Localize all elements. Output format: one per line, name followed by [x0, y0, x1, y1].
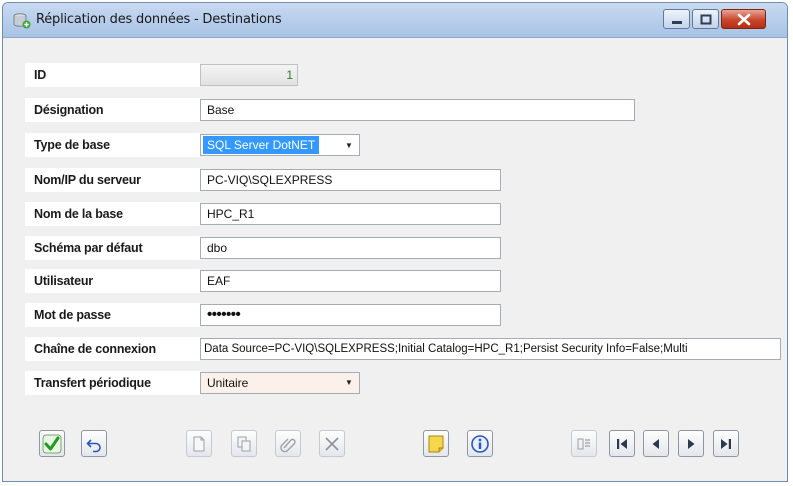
mot-de-passe-label: Mot de passe — [25, 303, 200, 327]
validate-button[interactable] — [39, 430, 65, 457]
chevron-down-icon[interactable]: ▼ — [341, 373, 357, 393]
serveur-field[interactable]: PC-VIQ\SQLEXPRESS — [200, 169, 501, 191]
next-record-button[interactable] — [678, 430, 704, 457]
note-button[interactable] — [423, 430, 449, 457]
next-record-icon — [688, 438, 695, 449]
transfert-dropdown[interactable]: Unitaire ▼ — [200, 372, 360, 394]
mot-de-passe-field[interactable]: ••••••• — [200, 304, 501, 326]
maximize-button[interactable] — [692, 9, 719, 29]
transfert-label: Transfert périodique — [25, 371, 200, 395]
designation-label: Désignation — [25, 98, 200, 122]
delete-icon — [325, 436, 339, 451]
note-icon — [428, 435, 444, 452]
undo-button[interactable] — [81, 430, 107, 457]
nom-base-field[interactable]: HPC_R1 — [200, 203, 501, 225]
type-base-label: Type de base — [25, 133, 200, 157]
window-title: Réplication des données - Destinations — [36, 12, 282, 27]
last-record-button[interactable] — [713, 430, 739, 457]
attach-icon — [280, 438, 296, 452]
first-record-button[interactable] — [609, 430, 635, 457]
database-icon — [13, 13, 31, 29]
id-label: ID — [25, 63, 200, 87]
type-base-dropdown[interactable]: SQL Server DotNET ▼ — [200, 134, 360, 156]
previous-record-icon — [652, 438, 659, 449]
check-icon — [42, 434, 62, 453]
list-button[interactable] — [571, 430, 597, 457]
minimize-icon — [672, 21, 682, 24]
schema-label: Schéma par défaut — [25, 236, 200, 260]
close-icon — [737, 13, 751, 26]
attach-button[interactable] — [275, 430, 301, 457]
chaine-field[interactable]: Data Source=PC-VIQ\SQLEXPRESS;Initial Ca… — [200, 338, 781, 360]
last-record-icon — [721, 438, 731, 449]
transfert-value: Unitaire — [207, 376, 249, 390]
minimize-button[interactable] — [663, 9, 690, 29]
undo-icon — [86, 438, 101, 452]
designation-field[interactable]: Base — [200, 99, 635, 121]
chevron-down-icon[interactable]: ▼ — [341, 135, 357, 155]
schema-field[interactable]: dbo — [200, 237, 501, 259]
info-button[interactable] — [467, 430, 493, 457]
previous-record-button[interactable] — [643, 430, 669, 457]
app-window: Réplication des données - Destinations I… — [2, 2, 788, 482]
utilisateur-field[interactable]: EAF — [200, 270, 501, 292]
info-icon — [471, 434, 489, 453]
copy-button[interactable] — [231, 430, 257, 457]
id-field: 1 — [200, 64, 298, 86]
chaine-label: Chaîne de connexion — [25, 337, 200, 361]
first-record-icon — [617, 438, 627, 449]
nom-base-label: Nom de la base — [25, 202, 200, 226]
maximize-icon — [700, 14, 712, 25]
new-document-icon — [193, 436, 205, 451]
list-icon — [577, 438, 590, 449]
type-base-value: SQL Server DotNET — [203, 136, 320, 154]
title-bar[interactable]: Réplication des données - Destinations — [3, 3, 787, 38]
new-button[interactable] — [186, 430, 212, 457]
utilisateur-label: Utilisateur — [25, 269, 200, 293]
copy-icon — [237, 436, 251, 451]
delete-button[interactable] — [319, 430, 345, 457]
close-button[interactable] — [721, 9, 766, 29]
serveur-label: Nom/IP du serveur — [25, 168, 200, 192]
